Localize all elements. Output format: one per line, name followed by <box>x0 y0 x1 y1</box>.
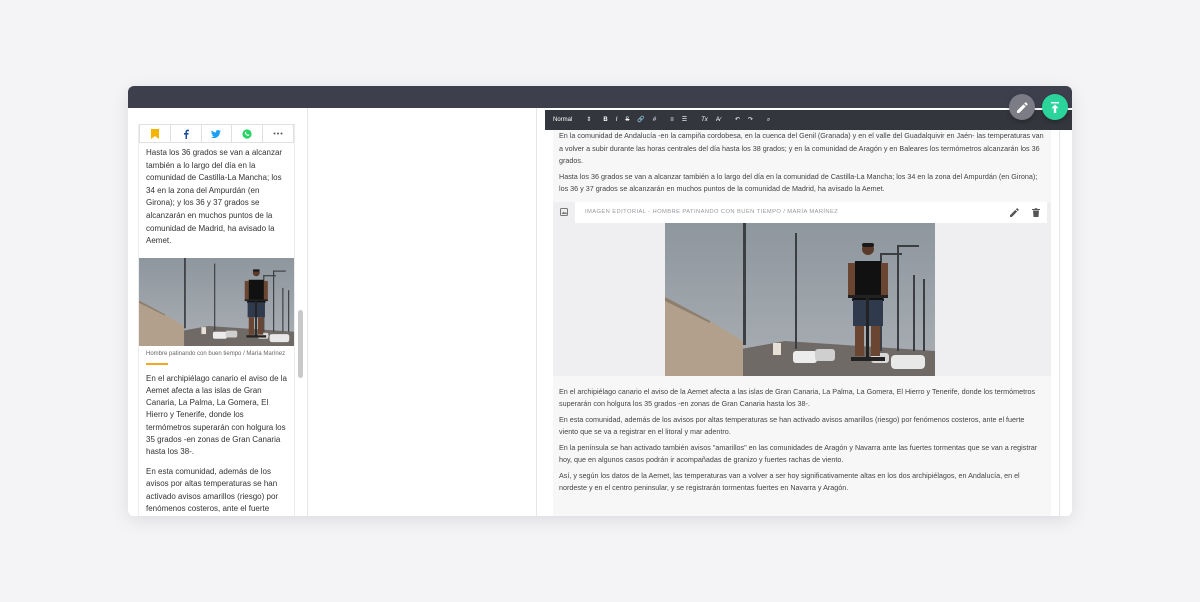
edit-image-button[interactable] <box>1003 202 1025 223</box>
clear-format-button[interactable]: Tx <box>701 110 708 130</box>
spellcheck-button[interactable]: A∕ <box>716 110 721 130</box>
mobile-preview[interactable]: Hasta los 36 grados se van a alcanzar ta… <box>138 124 295 516</box>
format-select-arrow-icon[interactable]: ⇕ <box>586 110 591 130</box>
format-select[interactable]: Normal <box>553 110 572 130</box>
trash-icon <box>1032 207 1040 217</box>
editor-document[interactable]: En la comunidad de Andalucía -en la camp… <box>553 130 1051 516</box>
image-block-header: IMAGEN EDITORIAL - HOMBRE PATINANDO CON … <box>575 201 1047 223</box>
mobile-paragraph: Hasta los 36 grados se van a alcanzar ta… <box>146 148 283 246</box>
link-button[interactable]: 🔗 <box>637 110 644 130</box>
edit-fab-button[interactable] <box>1009 94 1035 120</box>
bold-button[interactable]: B <box>603 110 607 130</box>
mobile-preview-panel: Hasta los 36 grados se van a alcanzar ta… <box>128 108 308 516</box>
twitter-icon <box>211 129 222 138</box>
editor-paragraph[interactable]: En esta comunidad, además de los avisos … <box>553 414 1051 439</box>
mobile-photo-caption: Hombre patinando con buen tiempo / María… <box>146 350 286 357</box>
publish-icon <box>1051 101 1059 113</box>
delete-image-button[interactable] <box>1025 202 1047 223</box>
editorial-photo <box>665 223 935 376</box>
ordered-list-button[interactable]: ≡ <box>670 110 674 130</box>
hashtag-button[interactable]: # <box>653 110 656 130</box>
redo-button[interactable]: ↷ <box>748 110 753 130</box>
image-block-handle[interactable] <box>553 202 575 223</box>
editor-paragraph[interactable]: En el archipiélago canario el aviso de l… <box>553 386 1051 411</box>
publish-fab-button[interactable] <box>1042 94 1068 120</box>
bookmark-button[interactable] <box>140 125 171 142</box>
mobile-paragraph: En esta comunidad, además de los avisos … <box>146 467 283 516</box>
editor-paragraph[interactable]: Hasta los 36 grados se van a alcanzar ta… <box>553 171 1051 196</box>
strikethrough-button[interactable]: S <box>625 110 629 130</box>
editor-paragraph[interactable]: En la península se han activado también … <box>553 442 1051 467</box>
bullet-list-button[interactable]: ☰ <box>682 110 687 130</box>
editorial-image-block[interactable]: IMAGEN EDITORIAL - HOMBRE PATINANDO CON … <box>553 201 1051 376</box>
editor-paragraph[interactable]: En la comunidad de Andalucía -en la camp… <box>553 130 1051 168</box>
whatsapp-share-button[interactable] <box>232 125 264 142</box>
content-area: Hasta los 36 grados se van a alcanzar ta… <box>128 108 1072 516</box>
share-bar <box>139 124 294 143</box>
more-share-button[interactable] <box>263 125 293 142</box>
preview-scrollbar[interactable] <box>298 310 303 378</box>
undo-button[interactable]: ↶ <box>735 110 740 130</box>
italic-button[interactable]: I <box>616 110 618 130</box>
search-button[interactable]: ⌕ <box>767 110 770 130</box>
mobile-paragraph: En el archipiélago canario el aviso de l… <box>146 373 287 456</box>
pencil-icon <box>1009 207 1019 217</box>
editor-paragraph[interactable]: Así, y según los datos de la Aemet, las … <box>553 470 1051 495</box>
whatsapp-icon <box>242 128 252 139</box>
window-titlebar <box>128 86 1072 108</box>
more-icon <box>273 132 283 135</box>
rich-text-editor: En la comunidad de Andalucía -en la camp… <box>536 108 1072 516</box>
pencil-icon <box>1016 101 1028 113</box>
bookmark-icon <box>150 128 159 139</box>
facebook-icon <box>183 129 189 139</box>
format-toolbar: Normal ⇕ B I S 🔗 # ≡ ☰ Tx A∕ ↶ ↷ ⌕ <box>545 110 1072 130</box>
editor-window: Hasta los 36 grados se van a alcanzar ta… <box>128 86 1072 516</box>
mobile-article-photo <box>139 258 295 346</box>
twitter-share-button[interactable] <box>202 125 233 142</box>
image-icon <box>560 208 568 216</box>
image-block-title: IMAGEN EDITORIAL - HOMBRE PATINANDO CON … <box>585 209 839 215</box>
facebook-share-button[interactable] <box>171 125 202 142</box>
